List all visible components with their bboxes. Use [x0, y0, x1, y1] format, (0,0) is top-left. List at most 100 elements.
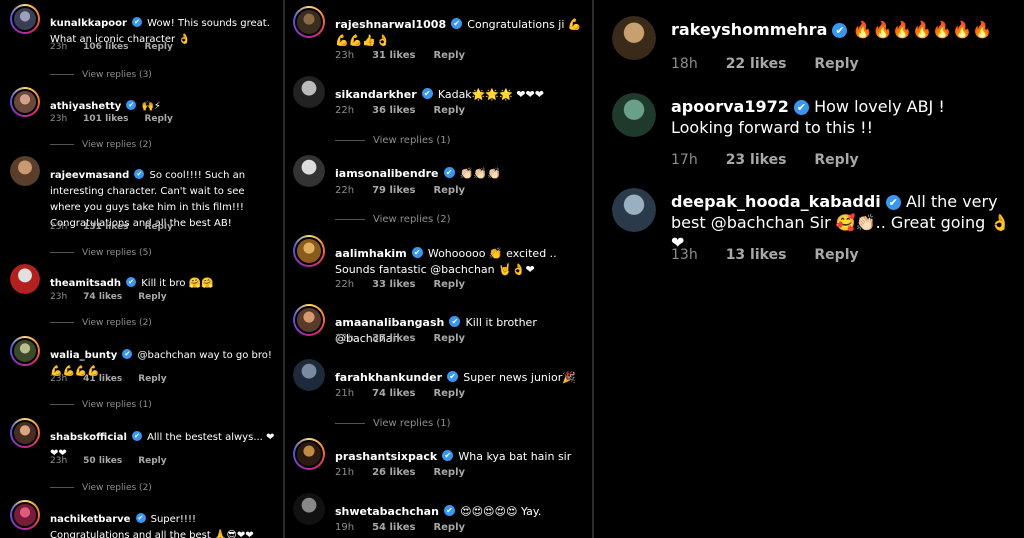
avatar[interactable]	[612, 16, 656, 60]
likes-count[interactable]: 31 likes	[372, 50, 415, 61]
avatar[interactable]	[10, 4, 40, 34]
username-link[interactable]: theamitsadh	[50, 278, 121, 289]
avatar[interactable]	[293, 155, 325, 187]
likes-count[interactable]: 131 likes	[83, 222, 128, 232]
avatar[interactable]	[10, 264, 40, 294]
likes-count[interactable]: 13 likes	[726, 247, 787, 263]
timestamp: 13h	[671, 247, 698, 263]
avatar-image	[12, 89, 38, 115]
likes-count[interactable]: 26 likes	[372, 467, 415, 478]
reply-button[interactable]: Reply	[144, 222, 172, 232]
likes-count[interactable]: 41 likes	[83, 374, 122, 384]
avatar[interactable]	[293, 304, 325, 336]
reply-button[interactable]: Reply	[144, 42, 172, 52]
reply-button[interactable]: Reply	[814, 247, 858, 263]
reply-button[interactable]: Reply	[144, 114, 172, 124]
avatar[interactable]	[10, 336, 40, 366]
avatar-image	[293, 155, 325, 187]
comment-meta: 23h 50 likes Reply	[50, 456, 167, 466]
reply-button[interactable]: Reply	[433, 279, 465, 290]
reply-button[interactable]: Reply	[814, 152, 858, 168]
username-link[interactable]: shwetabachchan	[335, 505, 439, 518]
likes-count[interactable]: 79 likes	[372, 185, 415, 196]
comment-item: rajeevmasand ✔ So cool!!!! Such an inter…	[0, 156, 283, 258]
likes-count[interactable]: 33 likes	[372, 279, 415, 290]
reply-button[interactable]: Reply	[433, 185, 465, 196]
reply-button[interactable]: Reply	[814, 56, 858, 72]
comment-item: walia_bunty ✔ @bachchan way to go bro!💪💪…	[0, 336, 283, 410]
reply-button[interactable]: Reply	[433, 467, 465, 478]
likes-count[interactable]: 106 likes	[83, 42, 128, 52]
username-link[interactable]: kunalkkapoor	[50, 18, 127, 29]
reply-button[interactable]: Reply	[138, 456, 166, 466]
comment-body: sikandarkher ✔ Kadak🌟🌟🌟 ❤❤❤	[335, 86, 585, 102]
username-link[interactable]: iamsonalibendre	[335, 167, 438, 180]
avatar[interactable]	[10, 87, 40, 117]
timestamp: 22h	[335, 185, 355, 196]
likes-count[interactable]: 50 likes	[83, 456, 122, 466]
likes-count[interactable]: 22 likes	[726, 56, 787, 72]
avatar[interactable]	[293, 235, 325, 267]
timestamp: 22h	[335, 279, 355, 290]
view-replies-button[interactable]: View replies (2)	[50, 140, 152, 150]
avatar[interactable]	[293, 76, 325, 108]
avatar[interactable]	[10, 418, 40, 448]
reply-button[interactable]: Reply	[433, 105, 465, 116]
username-link[interactable]: athiyashetty	[50, 101, 121, 112]
view-replies-button[interactable]: View replies (1)	[335, 135, 451, 146]
view-replies-button[interactable]: View replies (1)	[50, 400, 152, 410]
username-link[interactable]: farahkhankunder	[335, 371, 442, 384]
verified-badge-icon: ✔	[442, 450, 454, 461]
replies-divider-line	[50, 74, 74, 75]
view-replies-button[interactable]: View replies (3)	[50, 70, 152, 80]
avatar[interactable]	[612, 188, 656, 232]
avatar[interactable]	[612, 93, 656, 137]
username-link[interactable]: nachiketbarve	[50, 514, 130, 525]
likes-count[interactable]: 74 likes	[372, 388, 415, 399]
avatar[interactable]	[10, 500, 40, 530]
username-link[interactable]: aalimhakim	[335, 247, 407, 260]
reply-button[interactable]: Reply	[433, 388, 465, 399]
likes-count[interactable]: 74 likes	[83, 292, 122, 302]
avatar-image	[295, 8, 323, 36]
avatar[interactable]	[293, 438, 325, 470]
comment-text: 😍😍😍😍😍 Yay.	[460, 505, 542, 518]
avatar-image	[293, 76, 325, 108]
username-link[interactable]: apoorva1972	[671, 97, 789, 116]
avatar[interactable]	[10, 156, 40, 186]
view-replies-button[interactable]: View replies (2)	[335, 214, 451, 225]
reply-button[interactable]: Reply	[138, 374, 166, 384]
verified-badge-icon: ✔	[132, 16, 143, 27]
comment-body: rajeevmasand ✔ So cool!!!! Such an inter…	[50, 166, 278, 230]
avatar[interactable]	[293, 493, 325, 525]
view-replies-button[interactable]: View replies (2)	[50, 483, 152, 493]
reply-button[interactable]: Reply	[433, 50, 465, 61]
comment-item: shwetabachchan ✔ 😍😍😍😍😍 Yay. 19h 54 likes Re…	[285, 493, 592, 533]
username-link[interactable]: rajeevmasand	[50, 170, 129, 181]
view-replies-button[interactable]: View replies (2)	[50, 318, 152, 328]
verified-badge-icon: ✔	[444, 505, 456, 516]
likes-count[interactable]: 54 likes	[372, 522, 415, 533]
avatar[interactable]	[293, 6, 325, 38]
username-link[interactable]: amaanalibangash	[335, 316, 444, 329]
username-link[interactable]: deepak_hooda_kabaddi	[671, 192, 881, 211]
verified-badge-icon: ✔	[126, 99, 137, 110]
timestamp: 23h	[50, 456, 68, 466]
username-link[interactable]: shabskofficial	[50, 432, 127, 443]
username-link[interactable]: rajeshnarwal1008	[335, 18, 446, 31]
username-link[interactable]: sikandarkher	[335, 88, 417, 101]
view-replies-button[interactable]: View replies (1)	[335, 418, 451, 429]
avatar[interactable]	[293, 359, 325, 391]
reply-button[interactable]: Reply	[138, 292, 166, 302]
view-replies-button[interactable]: View replies (5)	[50, 248, 152, 258]
likes-count[interactable]: 23 likes	[726, 152, 787, 168]
reply-button[interactable]: Reply	[433, 333, 465, 344]
likes-count[interactable]: 101 likes	[83, 114, 128, 124]
likes-count[interactable]: 37 likes	[372, 333, 415, 344]
username-link[interactable]: rakeyshommehra	[671, 20, 827, 39]
username-link[interactable]: prashantsixpack	[335, 450, 437, 463]
likes-count[interactable]: 36 likes	[372, 105, 415, 116]
comment-body: apoorva1972 ✔ How lovely ABJ ! Looking f…	[671, 97, 1011, 138]
reply-button[interactable]: Reply	[433, 522, 465, 533]
username-link[interactable]: walia_bunty	[50, 350, 117, 361]
